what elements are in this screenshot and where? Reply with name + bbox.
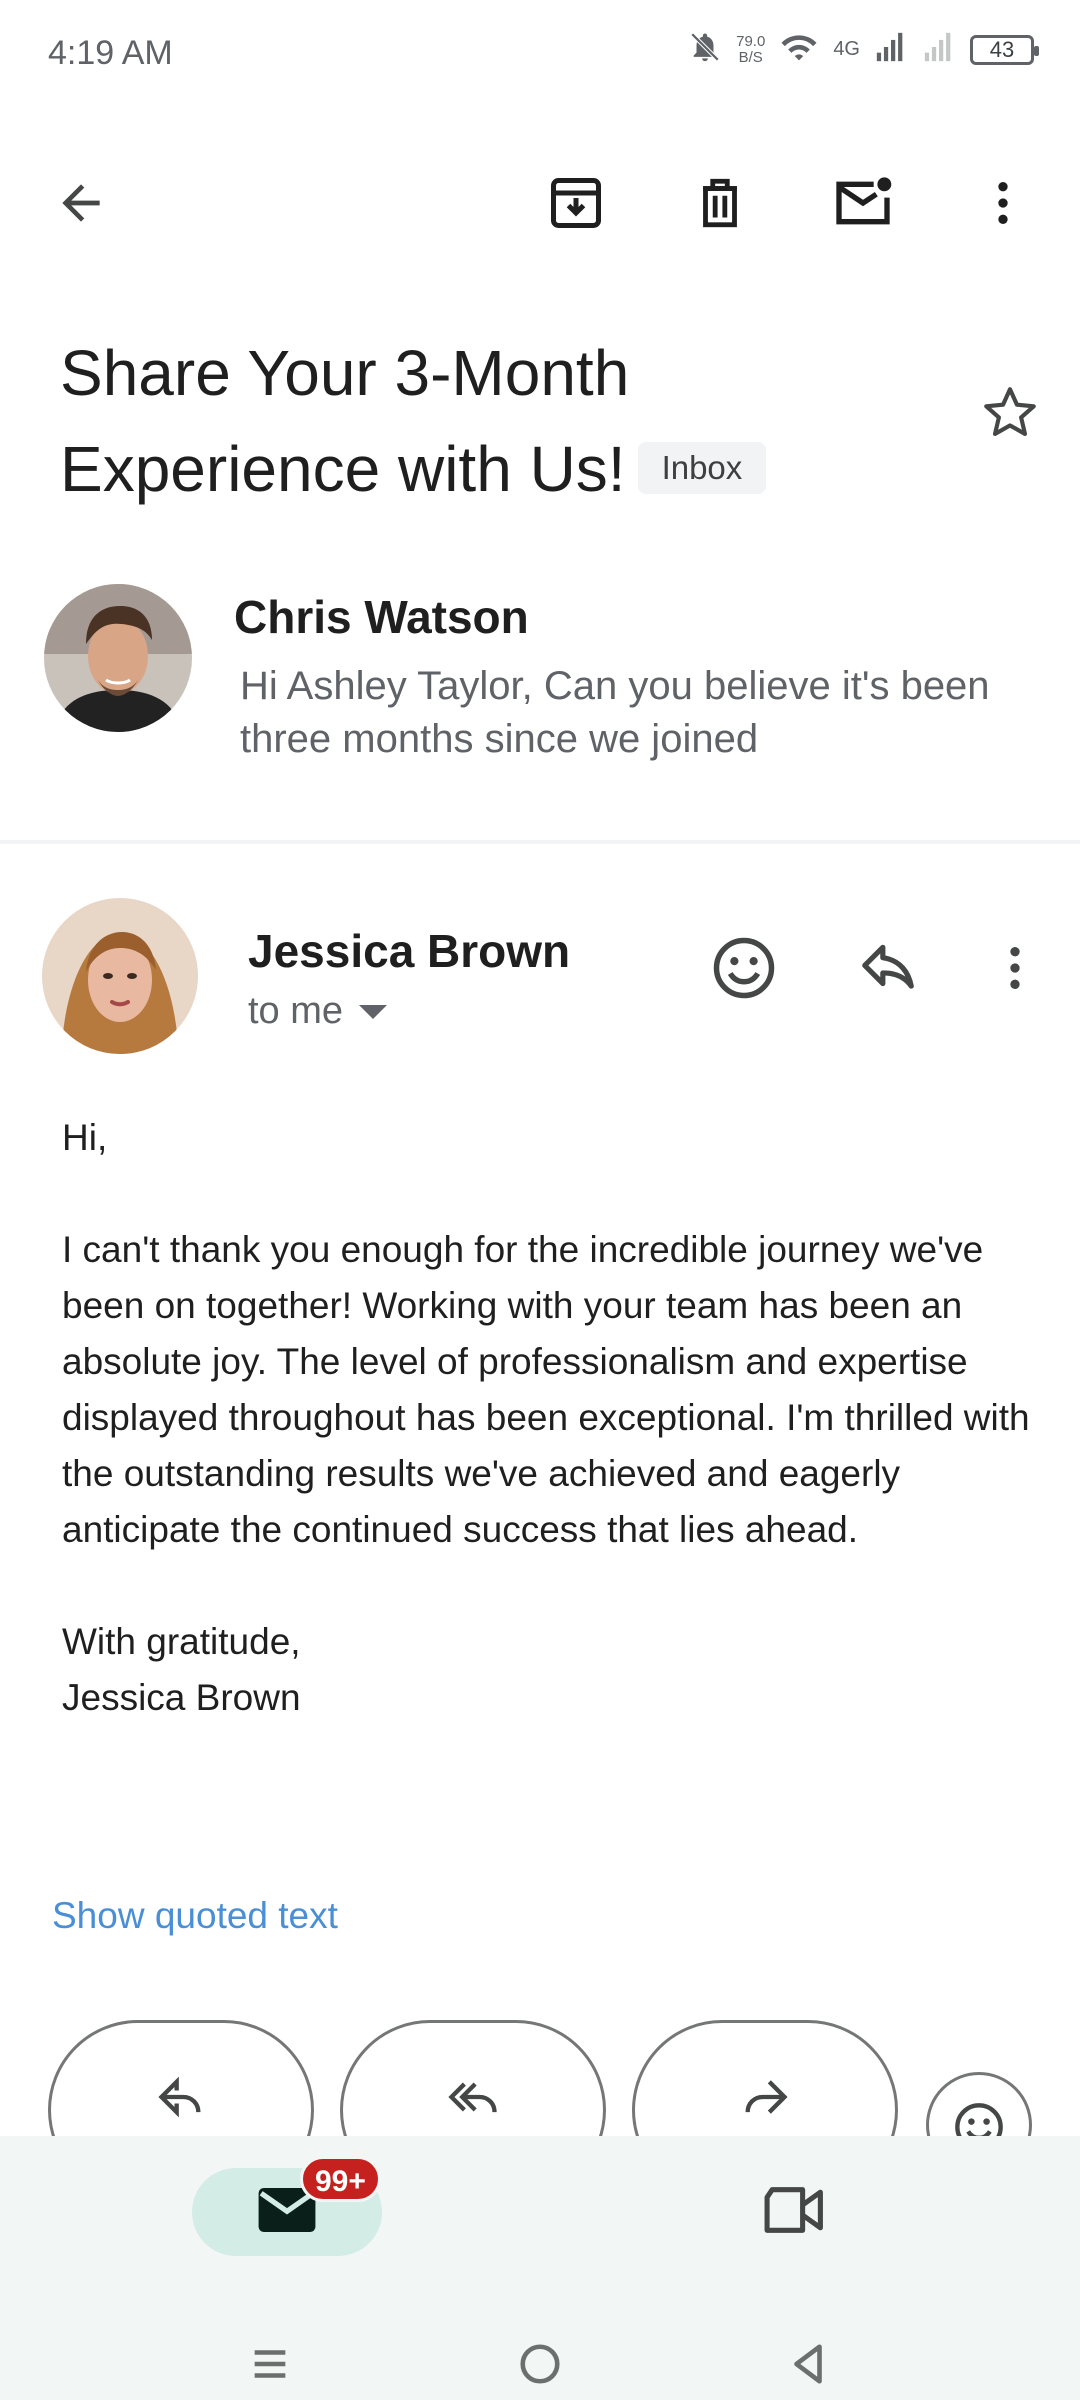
more-vert-icon — [975, 175, 1031, 236]
body-closing: With gratitude, — [62, 1621, 301, 1662]
arrow-back-icon — [53, 175, 109, 236]
avatar[interactable] — [44, 584, 192, 732]
battery-level: 43 — [989, 36, 1015, 62]
add-reaction-button[interactable] — [704, 930, 784, 1010]
circle-home-icon — [517, 2341, 563, 2392]
star-icon — [979, 382, 1041, 449]
message-snippet: Hi Ashley Taylor, Can you believe it's b… — [240, 664, 990, 761]
unread-count-badge: 99+ — [300, 2156, 381, 2202]
system-back-button[interactable] — [778, 2336, 838, 2396]
signal-weak-icon — [922, 30, 956, 69]
net-speed-value: 79.0 — [736, 32, 766, 50]
reply-icon — [857, 937, 919, 1004]
net-speed-unit: B/S — [738, 48, 763, 66]
status-time: 4:19 AM — [48, 34, 173, 72]
mark-unread-button[interactable] — [828, 170, 898, 240]
menu-lines-icon — [247, 2341, 293, 2392]
recipient-text: to me — [248, 990, 344, 1032]
collapsed-message[interactable]: Chris Watson Hi Ashley Taylor, Can you b… — [0, 560, 1080, 840]
message-actions — [0, 2020, 1080, 2200]
body-paragraph: I can't thank you enough for the incredi… — [62, 1229, 1030, 1550]
trash-icon — [691, 174, 749, 237]
back-button[interactable] — [46, 170, 116, 240]
show-quoted-text-link[interactable]: Show quoted text — [52, 1895, 338, 1937]
battery-icon: 43 — [970, 34, 1039, 65]
net-speed: 79.0 B/S — [736, 32, 766, 66]
star-button[interactable] — [975, 380, 1045, 450]
more-vert-icon — [987, 940, 1043, 1001]
delete-button[interactable] — [685, 170, 755, 240]
status-bar: 4:19 AM 79.0 B/S 4G 43 — [0, 0, 1080, 110]
emoji-icon — [711, 935, 777, 1006]
avatar[interactable] — [42, 898, 198, 1054]
body-signature: Jessica Brown — [62, 1677, 301, 1718]
status-icons: 79.0 B/S 4G 43 — [688, 30, 1039, 69]
mail-unread-icon — [831, 171, 895, 240]
reply-button[interactable] — [848, 930, 928, 1010]
signal-icon — [874, 30, 908, 69]
divider — [0, 840, 1080, 844]
bell-muted-icon — [688, 30, 722, 69]
recipient-toggle[interactable]: to me — [248, 990, 388, 1033]
wifi-icon — [779, 30, 819, 69]
message-more-button[interactable] — [975, 930, 1055, 1010]
network-type: 4G — [833, 38, 860, 60]
message-header: Jessica Brown to me — [0, 890, 1080, 1070]
subject-text: Share Your 3-Month Experience with Us! — [60, 337, 630, 505]
nav-meet-tab[interactable] — [752, 2172, 838, 2252]
message-body: Hi, I can't thank you enough for the inc… — [62, 1110, 1042, 1726]
inbox-label[interactable]: Inbox — [637, 442, 767, 495]
bottom-navigation: 99+ — [0, 2136, 1080, 2400]
triangle-back-icon — [785, 2341, 831, 2392]
recents-button[interactable] — [240, 2336, 300, 2396]
sender-name: Chris Watson — [234, 591, 529, 643]
message-toolbar — [0, 150, 1080, 260]
chevron-down-icon — [359, 1004, 388, 1019]
body-greeting: Hi, — [62, 1117, 108, 1158]
archive-button[interactable] — [541, 170, 611, 240]
home-button[interactable] — [510, 2336, 570, 2396]
more-options-button[interactable] — [968, 170, 1038, 240]
subject-heading: Share Your 3-Month Experience with Us! In… — [60, 325, 920, 517]
sender-name: Jessica Brown — [248, 925, 571, 977]
video-camera-icon — [762, 2183, 828, 2242]
archive-icon — [546, 173, 606, 238]
